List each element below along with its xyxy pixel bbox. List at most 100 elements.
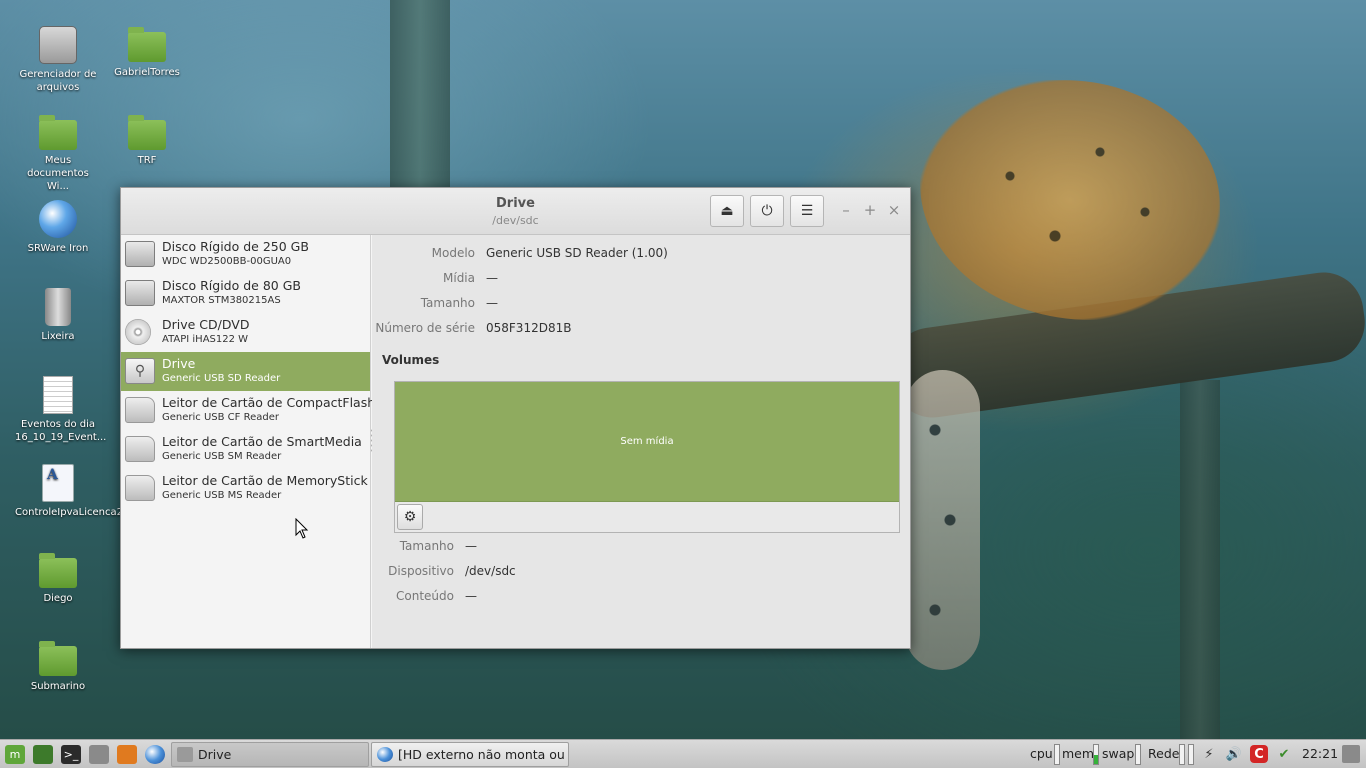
desktop-icon-label: Submarino: [30, 681, 86, 692]
network-label: Rede: [1148, 746, 1180, 761]
network-disconnected-icon[interactable]: ⚡: [1200, 745, 1218, 763]
drive-menu-button[interactable]: ☰: [790, 195, 824, 227]
show-desktop-icon[interactable]: [33, 745, 53, 764]
swap-meter[interactable]: [1135, 744, 1141, 765]
device-name: Drive CD/DVD: [162, 317, 250, 332]
mem-label: mem: [1062, 746, 1095, 761]
size-value: —: [486, 296, 498, 310]
optical-disc-icon: [125, 319, 151, 345]
file-manager-icon[interactable]: [89, 745, 109, 764]
desktop-icon-spreadsheet[interactable]: Eventos do dia 16_10_19_Event...: [15, 376, 106, 444]
desktop-icon-trash[interactable]: Lixeira: [15, 288, 101, 343]
content-value: —: [465, 589, 477, 603]
desktop-icon-label: Diego: [43, 593, 73, 604]
gear-icon: ⚙: [403, 509, 417, 525]
usb-drive-icon: ⚲: [125, 358, 155, 384]
desktop-icon-folder[interactable]: TRF: [104, 114, 190, 167]
device-description: Generic USB SM Reader: [162, 451, 282, 462]
update-manager-shield-icon[interactable]: ✔: [1275, 745, 1293, 763]
desktop-icon-label: SRWare Iron: [27, 243, 89, 254]
hard-disk-icon: [125, 280, 155, 306]
device-path-value: /dev/sdc: [465, 564, 516, 578]
content-label: Conteúdo: [396, 589, 454, 603]
desktop-icon-folder[interactable]: Submarino: [15, 640, 101, 693]
cpu-label: cpu: [1030, 746, 1053, 761]
mem-meter[interactable]: [1093, 744, 1099, 765]
device-description: Generic USB CF Reader: [162, 412, 279, 423]
device-name: Disco Rígido de 80 GB: [162, 278, 301, 293]
volume-options-button[interactable]: ⚙: [397, 504, 423, 530]
eject-button[interactable]: ⏏: [710, 195, 744, 227]
desktop-icon-document[interactable]: ControleIpvaLicenca2020.odt: [15, 464, 162, 519]
device-description: Generic USB MS Reader: [162, 490, 282, 501]
card-reader-icon: [125, 397, 155, 423]
mint-menu-icon[interactable]: m: [5, 745, 25, 764]
minimize-icon: –: [842, 201, 850, 219]
terminal-icon[interactable]: >_: [61, 745, 81, 764]
device-path-label: Dispositivo: [388, 564, 454, 578]
desktop-icon-browser[interactable]: SRWare Iron: [15, 200, 101, 255]
device-item-hdd-250[interactable]: Disco Rígido de 250 GB WDC WD2500BB-00GU…: [121, 235, 370, 274]
volumes-heading: Volumes: [382, 353, 440, 367]
folder-icon: [39, 115, 77, 150]
device-list: Disco Rígido de 250 GB WDC WD2500BB-00GU…: [121, 235, 375, 648]
desktop-icon-folder[interactable]: GabrielTorres: [104, 26, 190, 79]
device-item-cf-reader[interactable]: Leitor de Cartão de CompactFlash Generic…: [121, 391, 375, 430]
network-meter[interactable]: [1188, 744, 1194, 765]
show-desktop-corner-icon[interactable]: [1342, 745, 1360, 763]
disks-window: Drive /dev/sdc ⏏ ⏻ ☰ – + × Disco Rígido …: [120, 187, 911, 649]
window-icon: [177, 747, 193, 762]
desktop-icon-label: GabrielTorres: [114, 67, 180, 78]
device-item-sd-drive[interactable]: ⚲ Drive Generic USB SD Reader: [121, 352, 370, 391]
volume-segment-no-media[interactable]: Sem mídia: [395, 382, 899, 502]
mouse-cursor-icon: [295, 518, 309, 539]
wallpaper-leopard: [920, 80, 1220, 320]
taskbar-item-drive[interactable]: Drive: [171, 742, 369, 767]
device-item-ms-reader[interactable]: Leitor de Cartão de MemoryStick Generic …: [121, 469, 370, 508]
volume-icon[interactable]: 🔊: [1225, 745, 1243, 763]
card-reader-icon: [125, 475, 155, 501]
desktop-icon-label: Eventos do dia 16_10_19_Event...: [15, 419, 107, 443]
spreadsheet-icon: [43, 376, 73, 414]
media-label: Mídia: [443, 271, 475, 285]
device-description: ATAPI iHAS122 W: [162, 334, 249, 345]
cpu-meter[interactable]: [1054, 744, 1060, 765]
wallpaper-tree-trunk: [390, 0, 450, 190]
drive-icon: [39, 26, 77, 64]
size-label: Tamanho: [420, 296, 475, 310]
serial-label: Número de série: [375, 321, 475, 335]
model-value: Generic USB SD Reader (1.00): [486, 246, 668, 260]
device-item-hdd-80[interactable]: Disco Rígido de 80 GB MAXTOR STM380215AS: [121, 274, 370, 313]
desktop-icon-folder[interactable]: Diego: [15, 552, 101, 605]
device-name: Leitor de Cartão de CompactFlash: [162, 395, 376, 410]
window-titlebar[interactable]: Drive /dev/sdc ⏏ ⏻ ☰ – + ×: [121, 188, 910, 235]
eject-icon: ⏏: [720, 203, 734, 219]
trash-icon: [45, 288, 71, 326]
wallpaper-branch: [886, 267, 1366, 423]
swap-label: swap: [1102, 746, 1135, 761]
device-item-cd-dvd[interactable]: Drive CD/DVD ATAPI iHAS122 W: [121, 313, 370, 352]
folder-icon: [39, 553, 77, 588]
serial-value: 058F312D81B: [486, 321, 572, 335]
device-item-sm-reader[interactable]: Leitor de Cartão de SmartMedia Generic U…: [121, 430, 370, 469]
minimize-button[interactable]: –: [837, 201, 855, 219]
desktop-icon-label: Lixeira: [41, 331, 75, 342]
antivirus-icon[interactable]: C: [1250, 745, 1268, 763]
maximize-icon: +: [863, 201, 877, 219]
drive-details-pane: Modelo Generic USB SD Reader (1.00) Mídi…: [372, 235, 910, 648]
no-media-label: Sem mídia: [620, 436, 674, 447]
taskbar-item-browser[interactable]: [HD externo não monta ou é...: [371, 742, 569, 767]
power-off-button[interactable]: ⏻: [750, 195, 784, 227]
firefox-icon[interactable]: [117, 745, 137, 764]
hamburger-menu-icon: ☰: [800, 203, 814, 219]
volume-size-label: Tamanho: [399, 539, 454, 553]
desktop-icon-file-manager[interactable]: Gerenciador de arquivos: [15, 26, 101, 94]
close-button[interactable]: ×: [885, 201, 903, 219]
clock[interactable]: 22:21: [1302, 746, 1338, 761]
desktop-icon-label: TRF: [137, 155, 157, 166]
network-meter[interactable]: [1179, 744, 1185, 765]
task-label: [HD externo não monta ou é...: [398, 747, 568, 762]
browser-icon[interactable]: [145, 745, 165, 764]
maximize-button[interactable]: +: [861, 201, 879, 219]
desktop-icon-folder[interactable]: Meus documentos Wi...: [15, 114, 101, 193]
